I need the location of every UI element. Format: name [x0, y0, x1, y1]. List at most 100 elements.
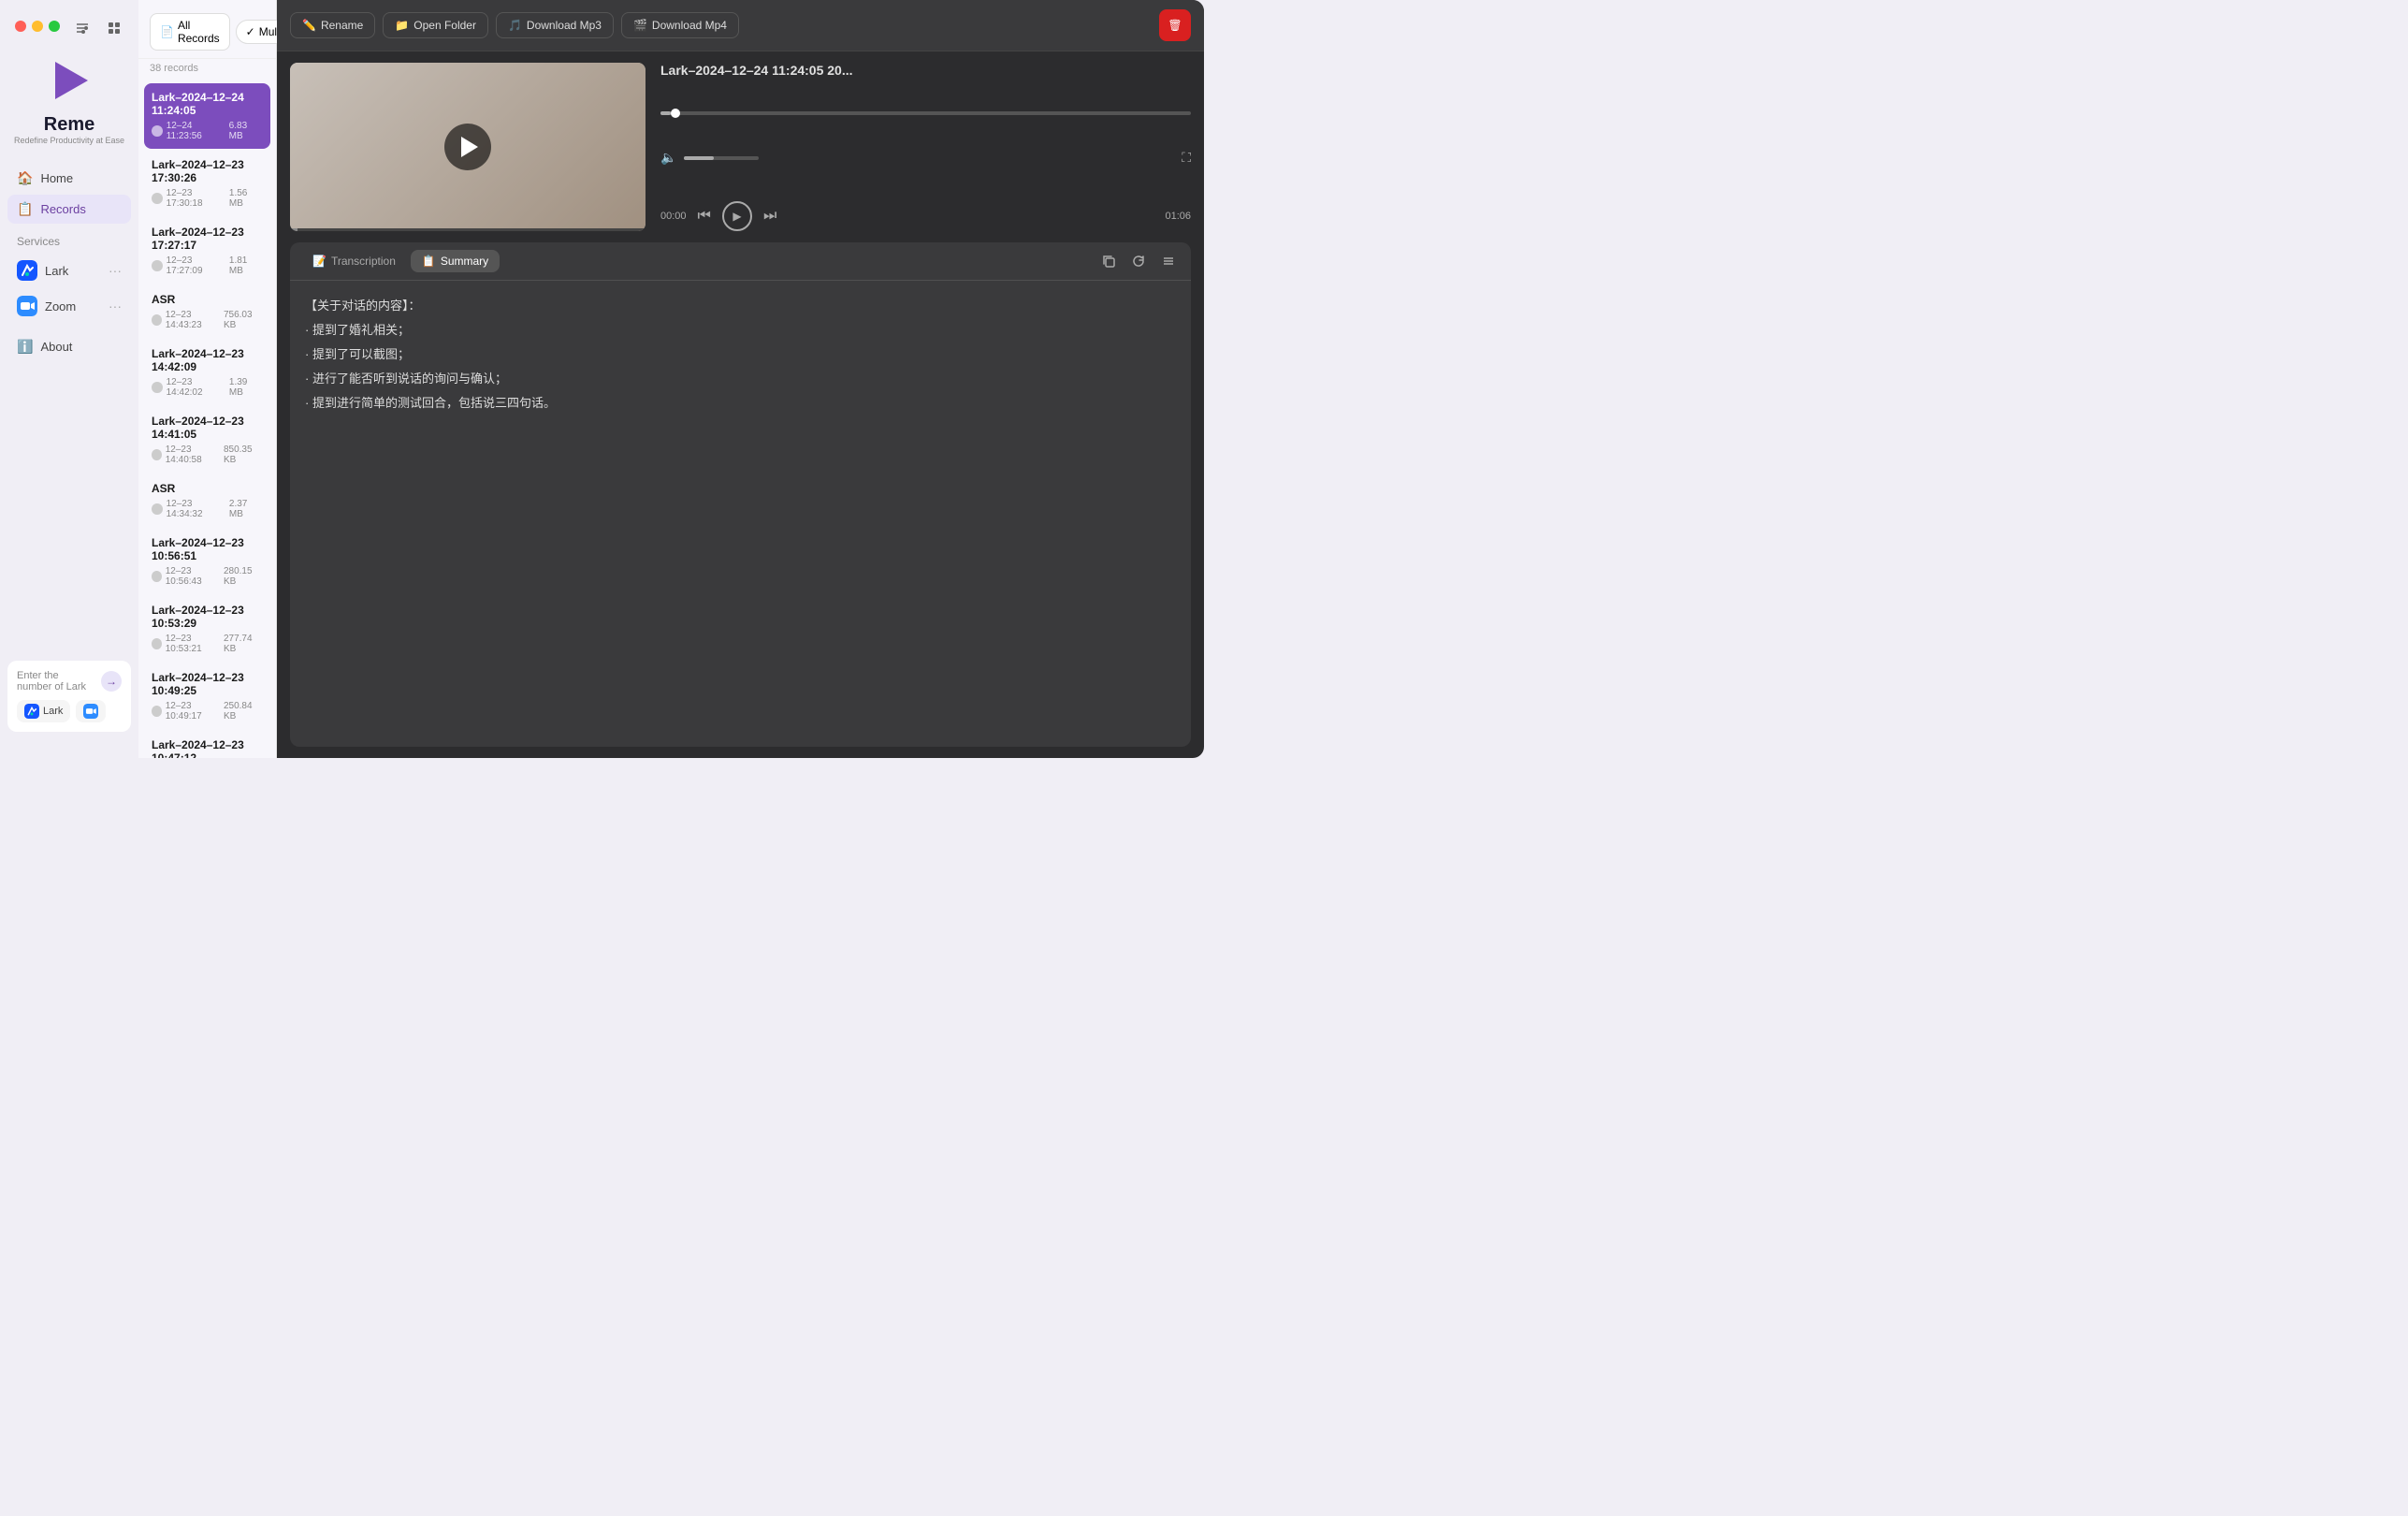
current-time: 00:00	[660, 211, 687, 222]
about-label: About	[40, 340, 72, 354]
record-size: 277.74 KB	[224, 634, 263, 654]
download-mp4-button[interactable]: 🎬 Download Mp4	[621, 12, 739, 38]
record-item[interactable]: Lark–2024–12–23 14:41:05 12–23 14:40:58 …	[144, 407, 270, 473]
volume-fill	[684, 156, 714, 160]
tab-transcription[interactable]: 📝 Transcription	[301, 250, 407, 272]
audio-icon: 🎵	[508, 19, 522, 32]
record-date: 12–23 14:34:32	[167, 499, 229, 519]
record-size: 6.83 MB	[229, 121, 263, 141]
sidebar-item-home[interactable]: 🏠 Home	[7, 164, 131, 193]
video-icon: 🎬	[633, 19, 647, 32]
record-item[interactable]: Lark–2024–12–23 17:27:17 12–23 17:27:09 …	[144, 218, 270, 284]
record-date: 12–23 14:43:23	[166, 310, 224, 330]
record-title: Lark–2024–12–23 14:41:05	[152, 415, 263, 441]
summary-icon: 📋	[422, 255, 436, 268]
zoom-more-icon[interactable]: ···	[109, 299, 122, 313]
record-item[interactable]: ASR 12–23 14:34:32 2.37 MB	[144, 474, 270, 527]
progress-fill	[660, 111, 671, 115]
coin-icon	[152, 125, 163, 137]
record-title: Lark–2024–12–23 14:42:09	[152, 347, 263, 373]
video-play-overlay[interactable]	[444, 124, 491, 170]
download-mp3-button[interactable]: 🎵 Download Mp3	[496, 12, 614, 38]
coin-icon	[152, 260, 163, 271]
next-button[interactable]: ⏭	[763, 208, 776, 225]
record-title: ASR	[152, 293, 263, 306]
lark-input-placeholder: Enter the number of Lark	[17, 670, 95, 692]
prev-button[interactable]: ⏮	[698, 208, 711, 225]
lark-input-box: Enter the number of Lark → Lark	[7, 661, 131, 732]
tab-summary[interactable]: 📋 Summary	[411, 250, 500, 272]
content-panel: 📝 Transcription 📋 Summary	[290, 242, 1191, 747]
filter-icon[interactable]	[69, 15, 95, 41]
video-section: Lark–2024–12–24 11:24:05 20... 🔈 ⛶ 00:00…	[277, 51, 1204, 242]
lark-input-submit[interactable]: →	[101, 671, 122, 692]
record-meta: 12–23 10:53:21 277.74 KB	[152, 634, 263, 654]
open-folder-label: Open Folder	[413, 19, 476, 32]
lark-apps-row: Lark	[17, 700, 122, 722]
record-item[interactable]: Lark–2024–12–23 10:53:29 12–23 10:53:21 …	[144, 596, 270, 662]
record-date: 12–23 17:27:09	[167, 255, 229, 276]
play-button[interactable]: ▶	[722, 201, 752, 231]
progress-bar[interactable]	[660, 111, 1191, 115]
logo-section: Reme Redefine Productivity at Ease	[7, 52, 131, 145]
video-controls: Lark–2024–12–24 11:24:05 20... 🔈 ⛶ 00:00…	[646, 63, 1191, 231]
record-item[interactable]: Lark–2024–12–23 17:30:26 12–23 17:30:18 …	[144, 151, 270, 216]
layout-icon[interactable]	[101, 15, 127, 41]
video-player	[290, 63, 646, 231]
app-title: Reme	[44, 114, 94, 136]
progress-dot	[671, 109, 680, 118]
sidebar: Reme Redefine Productivity at Ease 🏠 Hom…	[0, 0, 138, 758]
sidebar-item-about[interactable]: ℹ️ About	[7, 332, 131, 361]
content-tab-icons	[1097, 250, 1180, 272]
fullscreen-button[interactable]: ⛶	[1182, 150, 1191, 166]
list-icon[interactable]	[1157, 250, 1180, 272]
record-meta: 12–23 14:40:58 850.35 KB	[152, 445, 263, 465]
lark-label: Lark	[45, 264, 68, 278]
copy-icon[interactable]	[1097, 250, 1120, 272]
coin-icon	[152, 638, 162, 649]
record-size: 2.37 MB	[229, 499, 263, 519]
record-date: 12–23 17:30:18	[167, 188, 229, 209]
refresh-icon[interactable]	[1127, 250, 1150, 272]
record-size: 1.81 MB	[229, 255, 263, 276]
summary-line-1: · 提到了婚礼相关；	[305, 320, 1176, 341]
volume-slider[interactable]	[684, 156, 759, 160]
zoom-app-button[interactable]	[76, 700, 106, 722]
close-button[interactable]	[15, 21, 26, 32]
record-size: 756.03 KB	[224, 310, 263, 330]
sidebar-item-records[interactable]: 📋 Records	[7, 195, 131, 224]
trash-icon: 🗑	[1168, 19, 1182, 32]
lark-more-icon[interactable]: ···	[109, 263, 122, 278]
all-records-button[interactable]: 📄 All Records	[150, 13, 230, 51]
content-tabs: 📝 Transcription 📋 Summary	[290, 242, 1191, 281]
record-title: Lark–2024–12–23 10:49:25	[152, 671, 263, 697]
records-header: 📄 All Records ✓ Multiple	[138, 0, 276, 59]
minimize-button[interactable]	[32, 21, 43, 32]
records-panel: 📄 All Records ✓ Multiple 38 records Lark…	[138, 0, 277, 758]
coin-icon	[152, 382, 163, 393]
record-item[interactable]: Lark–2024–12–23 10:56:51 12–23 10:56:43 …	[144, 529, 270, 594]
lark-app-button[interactable]: Lark	[17, 700, 70, 722]
record-title: Lark–2024–12–23 10:56:51	[152, 536, 263, 562]
reme-logo	[41, 52, 97, 109]
record-title: Lark–2024–12–24 11:24:05	[152, 91, 263, 117]
maximize-button[interactable]	[49, 21, 60, 32]
folder-icon: 📁	[395, 19, 409, 32]
record-item[interactable]: Lark–2024–12–23 10:47:12 12–23 10:47:04 …	[144, 731, 270, 758]
services-label: Services	[7, 226, 131, 252]
volume-row: 🔈 ⛶	[660, 150, 1191, 166]
sidebar-item-zoom[interactable]: Zoom ···	[7, 289, 131, 323]
sidebar-item-lark[interactable]: Lark ···	[7, 254, 131, 287]
open-folder-button[interactable]: 📁 Open Folder	[383, 12, 488, 38]
sidebar-item-label: Records	[40, 202, 85, 216]
record-item[interactable]: Lark–2024–12–23 10:49:25 12–23 10:49:17 …	[144, 663, 270, 729]
record-item[interactable]: ASR 12–23 14:43:23 756.03 KB	[144, 285, 270, 338]
record-item[interactable]: Lark–2024–12–23 14:42:09 12–23 14:42:02 …	[144, 340, 270, 405]
record-date: 12–23 14:40:58	[166, 445, 224, 465]
record-title: Lark–2024–12–23 17:30:26	[152, 158, 263, 184]
delete-button[interactable]: 🗑	[1159, 9, 1191, 41]
record-item[interactable]: Lark–2024–12–24 11:24:05 12–24 11:23:56 …	[144, 83, 270, 149]
rename-button[interactable]: ✏️ Rename	[290, 12, 375, 38]
record-title: Lark–2024–12–23 10:53:29	[152, 604, 263, 630]
record-date: 12–23 10:56:43	[166, 566, 224, 587]
